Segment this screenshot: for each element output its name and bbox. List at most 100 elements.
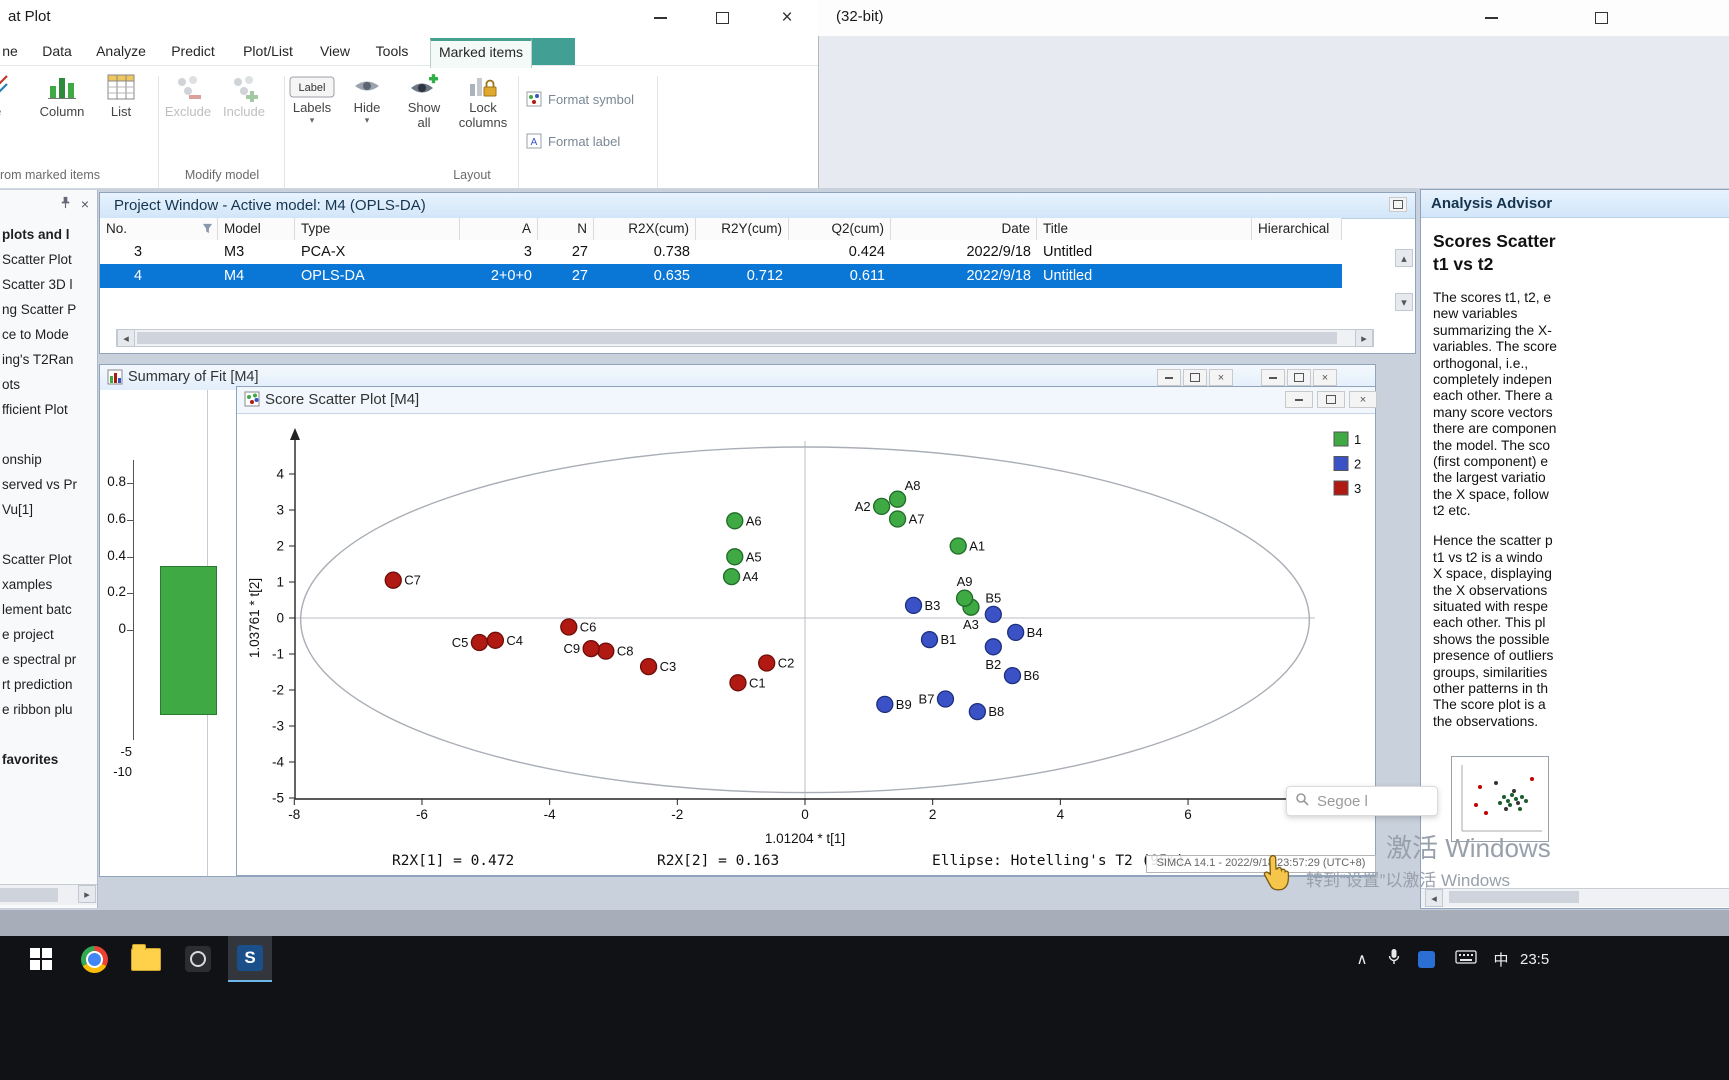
scatter-point-A7[interactable] <box>888 510 907 528</box>
window-close-button[interactable]: × <box>1313 369 1337 386</box>
ribbon-tab-marked-items[interactable]: Marked items <box>430 38 532 68</box>
model-table-row-m4[interactable]: 4 M4 OPLS-DA 2+0+0 27 0.635 0.712 0.611 2022/9/1… <box>100 264 1342 288</box>
ribbon-tab-ne[interactable]: ne <box>0 38 20 65</box>
sidebar-item[interactable]: ing's T2Ran <box>0 347 97 372</box>
table-scroll-down-icon[interactable]: ▾ <box>1395 293 1413 311</box>
summary-close-button[interactable]: × <box>1209 369 1233 386</box>
column-header-q2cum[interactable]: Q2(cum) <box>789 218 891 240</box>
sidebar-scrollbar[interactable]: ▸ <box>0 884 97 905</box>
scatter-point-B3[interactable] <box>904 596 923 615</box>
sidebar-item[interactable]: e spectral pr <box>0 647 97 672</box>
scatter-point-C3[interactable] <box>639 657 658 676</box>
column-header-r2ycum[interactable]: R2Y(cum) <box>696 218 789 240</box>
scatter-point-B5[interactable] <box>984 605 1002 624</box>
scatter-point-A8[interactable] <box>888 490 907 508</box>
summary-minimize-button[interactable] <box>1157 369 1181 386</box>
scatter-point-B4[interactable] <box>1007 623 1025 642</box>
filter-funnel-icon[interactable] <box>202 223 213 234</box>
sidebar-item[interactable]: ng Scatter P <box>0 297 97 322</box>
ribbon-tab-plot-list[interactable]: Plot/List <box>238 38 298 65</box>
scatter-point-C5[interactable] <box>470 633 489 652</box>
sidebar-item[interactable]: Scatter 3D l <box>0 272 97 297</box>
sidebar-item[interactable]: favorites <box>0 747 97 772</box>
app-taskbar-icon[interactable] <box>176 936 220 982</box>
sidebar-item[interactable]: Scatter Plot <box>0 547 97 572</box>
scatter-point-A4[interactable] <box>722 567 741 586</box>
ribbon-tab-predict[interactable]: Predict <box>166 38 220 65</box>
table-scroll-thumb[interactable] <box>137 332 1337 344</box>
file-explorer-taskbar-icon[interactable] <box>124 936 168 982</box>
scatter-point-A6[interactable] <box>726 512 744 530</box>
sidebar-item[interactable]: lement batc <box>0 597 97 622</box>
advisor-scroll-thumb[interactable] <box>1449 891 1579 903</box>
score-close-button[interactable]: × <box>1349 391 1377 408</box>
sidebar-item[interactable]: e project <box>0 622 97 647</box>
exclude-button[interactable]: Exclude <box>162 68 214 170</box>
scatter-point-A9[interactable] <box>955 589 974 607</box>
sidebar-item[interactable]: Scatter Plot <box>0 247 97 272</box>
summary-bar[interactable] <box>160 566 217 715</box>
window-minimize-button[interactable] <box>1261 369 1285 386</box>
advisor-scroll-left-icon[interactable]: ◂ <box>1425 889 1443 907</box>
scatter-point-B7[interactable] <box>936 690 955 708</box>
scatter-point-C4[interactable] <box>486 631 505 649</box>
table-scroll-left-icon[interactable]: ◂ <box>117 329 135 347</box>
show-all-button[interactable]: Show all <box>398 68 450 170</box>
sidebar-scroll-right-icon[interactable]: ▸ <box>78 885 96 903</box>
sidebar-item[interactable]: Vu[1] <box>0 497 97 522</box>
sidebar-item[interactable]: onship <box>0 447 97 472</box>
ribbon-tab-view[interactable]: View <box>314 38 356 65</box>
table-scroll-up-icon[interactable]: ▴ <box>1395 249 1413 267</box>
scatter-point-A1[interactable] <box>949 537 967 555</box>
scatter-point-A5[interactable] <box>726 548 744 566</box>
ribbon-tab-data[interactable]: Data <box>36 38 78 65</box>
sidebar-scroll-thumb[interactable] <box>0 888 58 902</box>
taskbar-clock[interactable]: 23:5 <box>1520 936 1580 982</box>
column-header-type[interactable]: Type <box>295 218 460 240</box>
sidebar-item[interactable]: plots and l <box>0 222 97 247</box>
column-plot-button[interactable]: Column <box>34 68 90 170</box>
start-button[interactable] <box>18 936 64 982</box>
sidebar-item[interactable]: e ribbon plu <box>0 697 97 722</box>
score-scatter-plot[interactable]: 4 3 2 1 0 -1 -2 -3 -4 -5 -8 -6 -4 -2 0 2 4 6 1.01204 * t[1… <box>237 413 1375 875</box>
scatter-point-C1[interactable] <box>729 674 747 692</box>
scatter-point-C9[interactable] <box>582 639 600 658</box>
maximize-button[interactable] <box>699 0 745 36</box>
tray-app-icon[interactable] <box>1412 936 1440 982</box>
include-button[interactable]: Include <box>218 68 270 170</box>
pin-icon[interactable] <box>56 196 74 212</box>
column-header-a[interactable]: A <box>460 218 538 240</box>
lock-columns-button[interactable]: Lock columns <box>452 68 514 170</box>
close-button[interactable]: × <box>764 0 810 36</box>
sidebar-item[interactable]: fficient Plot <box>0 397 97 422</box>
ribbon-tab-analyze[interactable]: Analyze <box>92 38 150 65</box>
scatter-point-C7[interactable] <box>384 571 402 589</box>
column-header-title[interactable]: Title <box>1037 218 1252 240</box>
sidebar-item[interactable]: rt prediction <box>0 672 97 697</box>
scatter-point-B8[interactable] <box>968 702 987 721</box>
format-label-button[interactable]: A Format label <box>526 130 656 152</box>
scatter-point-B2[interactable] <box>984 638 1002 656</box>
sidebar-item[interactable]: xamples <box>0 572 97 597</box>
line-plot-button[interactable]: ne <box>0 68 22 170</box>
column-header-no[interactable]: No. <box>100 218 218 240</box>
column-header-date[interactable]: Date <box>891 218 1037 240</box>
table-horizontal-scrollbar[interactable]: ◂ ▸ <box>116 329 1374 347</box>
scatter-point-A2[interactable] <box>872 497 891 516</box>
scatter-point-C6[interactable] <box>560 618 578 636</box>
column-header-r2xcum[interactable]: R2X(cum) <box>594 218 696 240</box>
column-header-model[interactable]: Model <box>218 218 295 240</box>
tray-ime-badge[interactable]: 中 <box>1486 936 1516 982</box>
scatter-point-B1[interactable] <box>920 630 939 649</box>
labels-button[interactable]: Label Labels ▾ <box>288 68 336 170</box>
score-minimize-button[interactable] <box>1285 391 1313 408</box>
sidebar-item[interactable]: ce to Mode <box>0 322 97 347</box>
ribbon-tab-tools[interactable]: Tools <box>370 38 414 65</box>
bg-minimize-button[interactable] <box>1468 0 1514 36</box>
score-restore-button[interactable] <box>1317 391 1345 408</box>
column-header-n[interactable]: N <box>538 218 594 240</box>
table-scroll-right-icon[interactable]: ▸ <box>1355 329 1373 347</box>
list-button[interactable]: List <box>96 68 146 170</box>
scatter-point-B6[interactable] <box>1003 666 1022 685</box>
column-header-hierarchical[interactable]: Hierarchical <box>1252 218 1342 240</box>
